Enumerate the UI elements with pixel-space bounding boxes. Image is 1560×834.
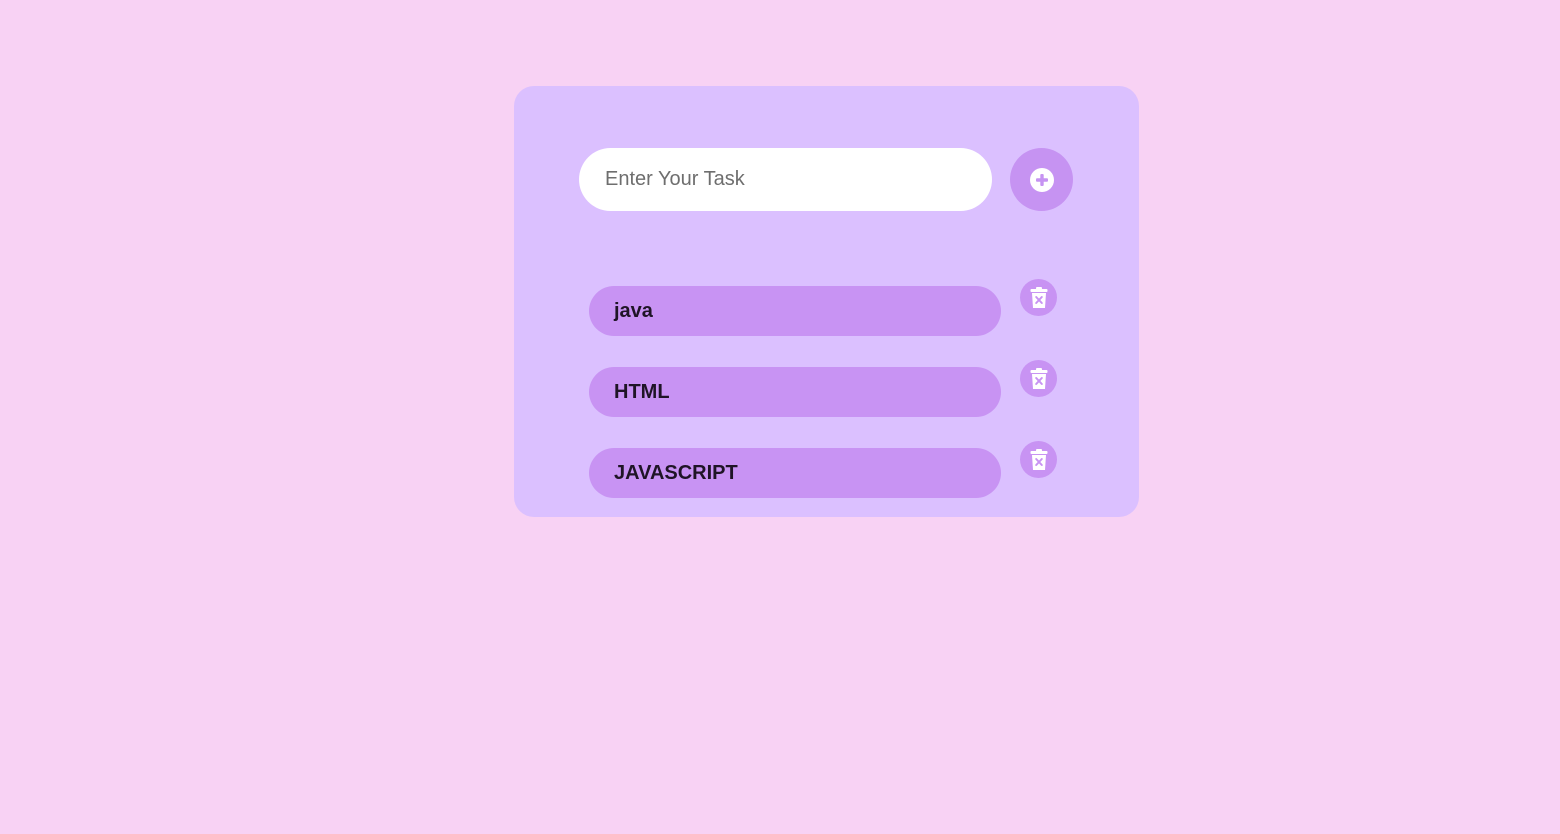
trash-x-icon: [1030, 286, 1047, 308]
task-label[interactable]: java: [589, 286, 1001, 336]
delete-task-button[interactable]: [1020, 360, 1057, 397]
delete-task-button[interactable]: [1020, 279, 1057, 316]
delete-task-button[interactable]: [1020, 441, 1057, 478]
task-item: HTML: [589, 359, 1069, 440]
todo-card: java HTML JAVASC: [514, 86, 1139, 517]
task-item: JAVASCRIPT: [589, 440, 1069, 521]
task-item: java: [589, 278, 1069, 359]
task-input[interactable]: [579, 148, 992, 211]
trash-x-icon: [1030, 448, 1047, 470]
plus-circle-icon: [1029, 167, 1054, 192]
task-label[interactable]: HTML: [589, 367, 1001, 417]
trash-x-icon: [1030, 367, 1047, 389]
task-label[interactable]: JAVASCRIPT: [589, 448, 1001, 498]
add-task-button[interactable]: [1010, 148, 1073, 211]
task-list: java HTML JAVASCRIPT: [589, 278, 1069, 521]
